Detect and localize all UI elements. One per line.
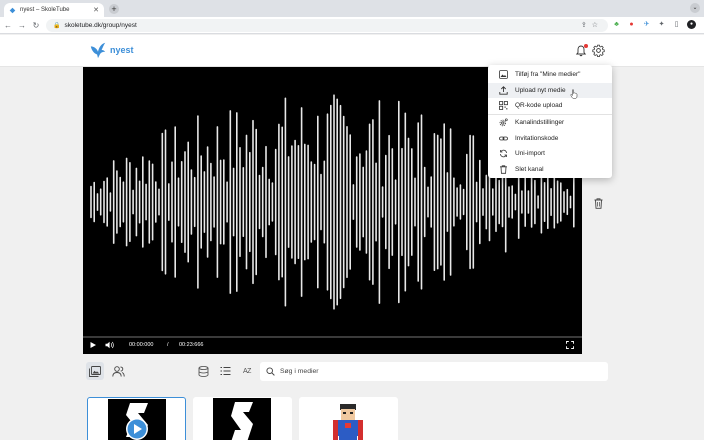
browser-navbar: ← → ↻ 🔒 skoletube.dk/group/nyest ⇪ ☆ ♣ ●…	[0, 17, 704, 34]
settings-button[interactable]	[592, 44, 605, 57]
time-separator: /	[167, 342, 169, 348]
extensions-puzzle-icon[interactable]: ✦	[657, 20, 666, 29]
extension-bird-icon[interactable]: ✈	[642, 20, 651, 29]
profile-avatar[interactable]: ●	[687, 20, 696, 29]
new-tab-button[interactable]: +	[109, 4, 119, 14]
menu-item-label: Upload nyt medie	[515, 86, 566, 94]
menu-item-label: Tilføj fra "Mine medier"	[515, 71, 581, 79]
notifications-button[interactable]	[575, 44, 588, 57]
sort-az-label: AZ	[243, 367, 251, 375]
upload-icon	[499, 86, 508, 95]
url-text: skoletube.dk/group/nyest	[64, 22, 137, 29]
bookmark-star-icon[interactable]: ☆	[592, 21, 598, 29]
tab-close-icon[interactable]: ✕	[93, 6, 99, 14]
menu-item-delete-channel[interactable]: Slet kanal	[488, 162, 612, 178]
letter-s-icon	[231, 402, 253, 440]
trash-icon	[500, 165, 507, 174]
sidebar-icon[interactable]: ▯	[672, 20, 681, 29]
user-group-icon	[111, 365, 125, 377]
delete-media-trash-icon[interactable]	[594, 198, 603, 209]
lock-icon: 🔒	[53, 23, 61, 29]
logo-text: nyest	[110, 45, 134, 55]
media-thumbnail	[213, 398, 271, 440]
browser-tab[interactable]: nyest – SkoleTube ✕	[4, 3, 104, 17]
search-icon	[266, 367, 275, 376]
menu-item-channel-settings[interactable]: Kanalindstillinger	[488, 115, 612, 131]
current-time: 00:00:000	[129, 342, 154, 348]
qr-code-icon	[499, 101, 508, 111]
menu-item-upload-new-media[interactable]: Upload nyt medie	[488, 82, 612, 99]
browser-tabbar: nyest – SkoleTube ✕ + ⌄	[0, 0, 704, 17]
stack-view-button[interactable]	[194, 362, 212, 380]
menu-item-qr-code-upload[interactable]: QR-kode upload	[488, 98, 612, 114]
tab-search-chevron-icon[interactable]: ⌄	[690, 3, 700, 13]
progress-bar[interactable]	[83, 336, 582, 338]
player-controls: 00:00:000 / 00:23:666	[83, 336, 582, 354]
media-card[interactable]	[193, 397, 292, 440]
forward-icon[interactable]: →	[16, 21, 28, 30]
skoletube-bird-logo-icon	[90, 42, 106, 59]
logo[interactable]: nyest	[89, 41, 134, 59]
hand-cursor-icon	[570, 89, 578, 99]
list-icon	[220, 367, 230, 375]
image-add-icon	[499, 70, 508, 80]
reload-icon[interactable]: ↻	[30, 21, 42, 30]
play-icon[interactable]	[89, 341, 97, 349]
search-input[interactable]	[280, 368, 600, 375]
menu-item-label: Uni-import	[515, 150, 545, 158]
address-bar[interactable]: 🔒 skoletube.dk/group/nyest ⇪ ☆	[46, 19, 608, 32]
settings-cog-icon	[499, 118, 508, 127]
menu-item-label: Slet kanal	[515, 165, 544, 173]
image-gallery-icon	[89, 365, 101, 377]
sync-icon	[500, 150, 507, 158]
menu-item-label: Invitationskode	[515, 134, 559, 142]
members-view-button[interactable]	[109, 362, 127, 380]
media-toolbar: AZ	[83, 358, 608, 386]
duration: 00:23:666	[179, 342, 204, 348]
media-card[interactable]	[87, 397, 186, 440]
notification-dot	[584, 44, 588, 48]
menu-item-label: QR-kode upload	[515, 102, 563, 110]
extension-leaf-icon[interactable]: ♣	[612, 20, 621, 29]
volume-icon[interactable]	[105, 341, 114, 349]
skoletube-favicon-icon	[9, 7, 16, 13]
settings-dropdown-menu: Tilføj fra "Mine medier" Upload nyt medi…	[488, 65, 612, 178]
media-view-button[interactable]	[86, 362, 104, 380]
letter-s-thumbnail-icon	[126, 403, 148, 440]
tab-title: nyest – SkoleTube	[20, 7, 70, 13]
app-header: nyest	[0, 35, 704, 67]
extension-dot-icon[interactable]: ●	[627, 20, 636, 29]
media-search[interactable]	[260, 362, 608, 381]
link-icon	[499, 136, 508, 141]
menu-item-invitation-code[interactable]: Invitationskode	[488, 130, 612, 146]
fullscreen-icon[interactable]	[566, 341, 574, 349]
back-icon[interactable]: ←	[2, 21, 14, 30]
layers-stack-icon	[198, 365, 208, 377]
menu-item-add-from-my-media[interactable]: Tilføj fra "Mine medier"	[488, 67, 612, 83]
media-thumbnail	[108, 399, 166, 440]
menu-item-uni-import[interactable]: Uni-import	[488, 146, 612, 162]
media-card[interactable]	[299, 397, 398, 440]
menu-item-label: Kanalindstillinger	[515, 119, 565, 127]
gear-icon	[592, 44, 605, 57]
list-view-button[interactable]	[216, 362, 234, 380]
share-icon[interactable]: ⇪	[581, 21, 587, 29]
media-thumbnail	[319, 398, 377, 440]
sort-az-button[interactable]: AZ	[238, 362, 256, 380]
superhero-icon	[333, 404, 363, 440]
